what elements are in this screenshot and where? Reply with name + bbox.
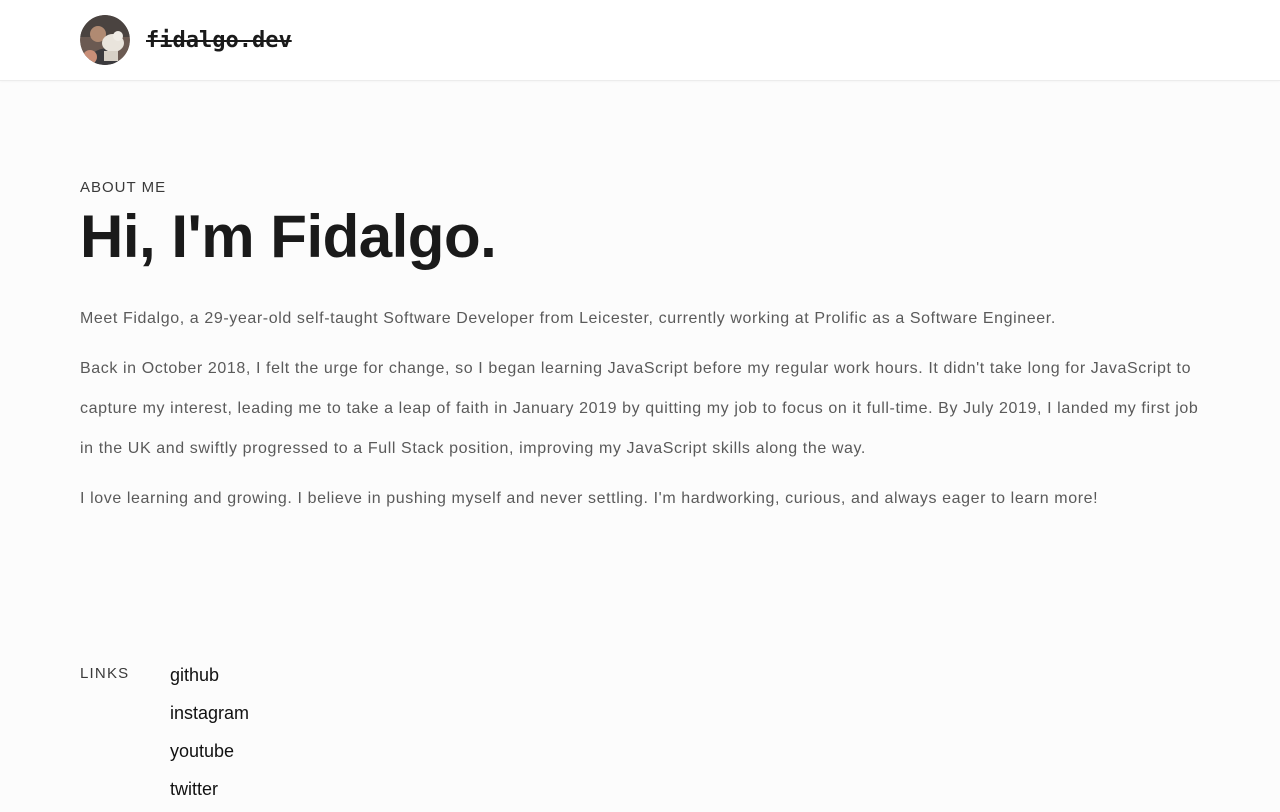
twitter-link[interactable]: twitter <box>170 779 218 799</box>
instagram-link[interactable]: instagram <box>170 703 249 723</box>
page-title: Hi, I'm Fidalgo. <box>80 203 497 270</box>
youtube-link[interactable]: youtube <box>170 741 234 761</box>
values-paragraph: I love learning and growing. I believe i… <box>80 490 1099 507</box>
intro-paragraph: Meet Fidalgo, a 29-year-old self-taught … <box>80 310 1056 327</box>
list-item: twitter <box>170 774 249 812</box>
about-section: ABOUT ME Hi, I'm Fidalgo. Meet Fidalgo, … <box>80 178 1200 519</box>
site-header: fidalgo.dev <box>0 0 1280 81</box>
list-item: github <box>170 660 249 698</box>
links-label: LINKS <box>80 665 130 682</box>
list-item: instagram <box>170 698 249 736</box>
github-link[interactable]: github <box>170 665 219 685</box>
home-link[interactable]: fidalgo.dev <box>80 15 292 65</box>
links-list: github instagram youtube twitter <box>170 660 249 812</box>
story-paragraph: Back in October 2018, I felt the urge fo… <box>80 360 1199 457</box>
avatar <box>80 15 130 65</box>
person-photo-icon <box>80 15 130 65</box>
list-item: youtube <box>170 736 249 774</box>
site-name[interactable]: fidalgo.dev <box>146 28 292 53</box>
section-eyebrow: ABOUT ME <box>80 179 167 196</box>
